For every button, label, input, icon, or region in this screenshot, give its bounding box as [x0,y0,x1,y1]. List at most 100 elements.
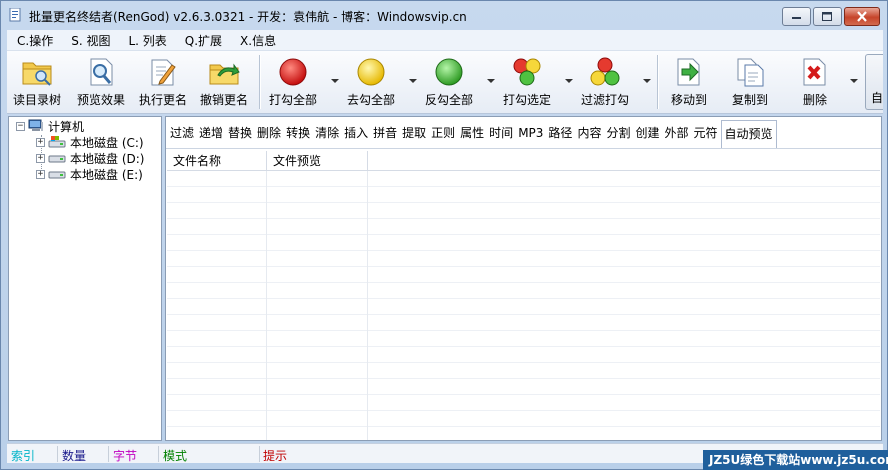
tab-replace[interactable]: 替换 [226,124,255,141]
tree-node-drive-e[interactable]: + 本地磁盘 (E:) [36,166,143,182]
column-divider [167,171,267,440]
column-header-preview[interactable]: 文件预览 [267,151,368,171]
move-to-button[interactable]: 移动到 [671,57,707,109]
copy-to-button[interactable]: 复制到 [732,57,768,109]
folder-icon [22,62,52,86]
tab-extract[interactable]: 提取 [400,124,429,141]
expand-toggle[interactable]: + [36,153,45,163]
tree-node-label: 本地磁盘 (E:) [70,167,143,182]
tab-convert[interactable]: 转换 [284,124,313,141]
column-divider [267,171,368,440]
hard-drive-icon [48,171,66,179]
multi-circle-icon [513,58,541,86]
filter-check-button[interactable]: 过滤打勾 [581,57,629,109]
uncheck-all-button[interactable]: 去勾全部 [347,57,395,109]
menu-view[interactable]: S. 视图 [61,32,118,49]
directory-tree[interactable]: − 计算机 + 本地磁盘 (C:) + 本地磁盘 (D:) + 本地磁盘 (E:… [8,116,162,441]
preview-button[interactable]: 预览效果 [77,57,125,109]
green-circle-icon [435,58,463,86]
tab-auto-preview[interactable]: 自动预览 [720,119,777,148]
tree-node-computer[interactable]: − 计算机 [16,118,84,134]
tab-split[interactable]: 分割 [604,124,633,141]
read-dir-label: 读目录树 [13,93,62,107]
app-window: 批量更名终结者(RenGod) v2.6.3.0321 - 开发：袁伟航 - 博… [0,0,888,470]
app-icon [9,8,21,22]
invert-check-label: 反勾全部 [425,93,474,107]
tab-delete[interactable]: 删除 [255,124,284,141]
menu-operate[interactable]: C.操作 [7,32,61,49]
maximize-button[interactable] [813,7,842,26]
column-header-filename[interactable]: 文件名称 [167,151,267,171]
tab-filter[interactable]: 过滤 [168,124,197,141]
status-separator [259,446,260,462]
hard-drive-icon [48,155,66,163]
status-hint: 提示 [263,449,288,463]
minimize-button[interactable] [782,7,811,26]
tab-create[interactable]: 创建 [633,124,662,141]
tree-node-label: 本地磁盘 (C:) [70,135,144,150]
uncheck-all-label: 去勾全部 [347,93,396,107]
toolbar-overflow-button[interactable]: 自 [865,54,883,110]
title-bar[interactable]: 批量更名终结者(RenGod) v2.6.3.0321 - 开发：袁伟航 - 博… [1,1,887,30]
tab-external[interactable]: 外部 [662,124,691,141]
close-icon [857,11,867,22]
tree-node-label: 本地磁盘 (D:) [70,151,145,166]
copy-icon [737,58,764,87]
preview-icon [90,58,113,86]
check-all-button[interactable]: 打勾全部 [269,57,317,109]
status-mode: 模式 [163,449,188,463]
tab-time[interactable]: 时间 [487,124,516,141]
check-selected-button[interactable]: 打勾选定 [503,57,551,109]
tab-increment[interactable]: 递增 [197,124,226,141]
tab-content[interactable]: 内容 [575,124,604,141]
tab-mp3[interactable]: MP3 [516,126,546,140]
toolbar: 读目录树 预览效果 执行更名 撤销更名 打勾全部 去勾全部 反勾全部 打勾选定 … [7,50,883,114]
expand-toggle[interactable]: + [36,169,45,179]
expand-toggle[interactable]: + [36,137,45,147]
status-separator [158,446,159,462]
menu-info[interactable]: X.信息 [230,32,284,49]
undo-button[interactable]: 撤销更名 [200,57,248,109]
tab-insert[interactable]: 插入 [342,124,371,141]
undo-folder-icon [209,63,240,85]
tab-clear[interactable]: 清除 [313,124,342,141]
uncheck-all-dropdown-icon[interactable] [409,77,417,85]
edit-pencil-icon [151,59,176,86]
invert-dropdown-icon[interactable] [487,77,495,85]
toolbar-overflow-label: 自 [871,91,883,105]
close-button[interactable] [844,7,880,26]
delete-dropdown-icon[interactable] [850,77,858,85]
file-list-header: 文件名称 文件预览 [167,151,880,171]
status-index: 索引 [11,449,36,463]
check-all-dropdown-icon[interactable] [331,77,339,85]
execute-button[interactable]: 执行更名 [139,57,187,109]
delete-button[interactable]: 删除 [799,57,831,109]
tab-regex[interactable]: 正则 [429,124,458,141]
read-dir-button[interactable]: 读目录树 [13,57,61,109]
filter-check-dropdown-icon[interactable] [643,77,651,85]
maximize-icon [822,11,832,21]
menu-extend[interactable]: Q.扩展 [175,32,230,49]
toolbar-separator [259,55,260,109]
tab-attributes[interactable]: 属性 [458,124,487,141]
window-title: 批量更名终结者(RenGod) v2.6.3.0321 - 开发：袁伟航 - 博… [29,10,467,24]
rename-panel: 过滤 递增 替换 删除 转换 清除 插入 拼音 提取 正则 属性 时间 MP3 … [165,116,882,441]
check-selected-dropdown-icon[interactable] [565,77,573,85]
status-count: 数量 [62,449,87,463]
delete-label: 删除 [802,93,827,107]
function-tabs: 过滤 递增 替换 删除 转换 清除 插入 拼音 提取 正则 属性 时间 MP3 … [166,117,881,149]
collapse-toggle[interactable]: − [16,121,25,131]
tree-node-drive-c[interactable]: + 本地磁盘 (C:) [36,134,144,150]
status-separator [108,446,109,462]
tab-path[interactable]: 路径 [546,124,575,141]
preview-label: 预览效果 [77,93,126,107]
delete-icon [803,58,826,86]
file-list[interactable]: 文件名称 文件预览 [167,151,880,440]
menu-list[interactable]: L. 列表 [118,32,174,49]
computer-icon [28,119,43,131]
yellow-circle-icon [357,58,385,86]
tab-metachar[interactable]: 元符 [692,124,721,141]
invert-check-button[interactable]: 反勾全部 [425,57,473,109]
tab-pinyin[interactable]: 拼音 [371,124,400,141]
tree-node-drive-d[interactable]: + 本地磁盘 (D:) [36,150,144,166]
